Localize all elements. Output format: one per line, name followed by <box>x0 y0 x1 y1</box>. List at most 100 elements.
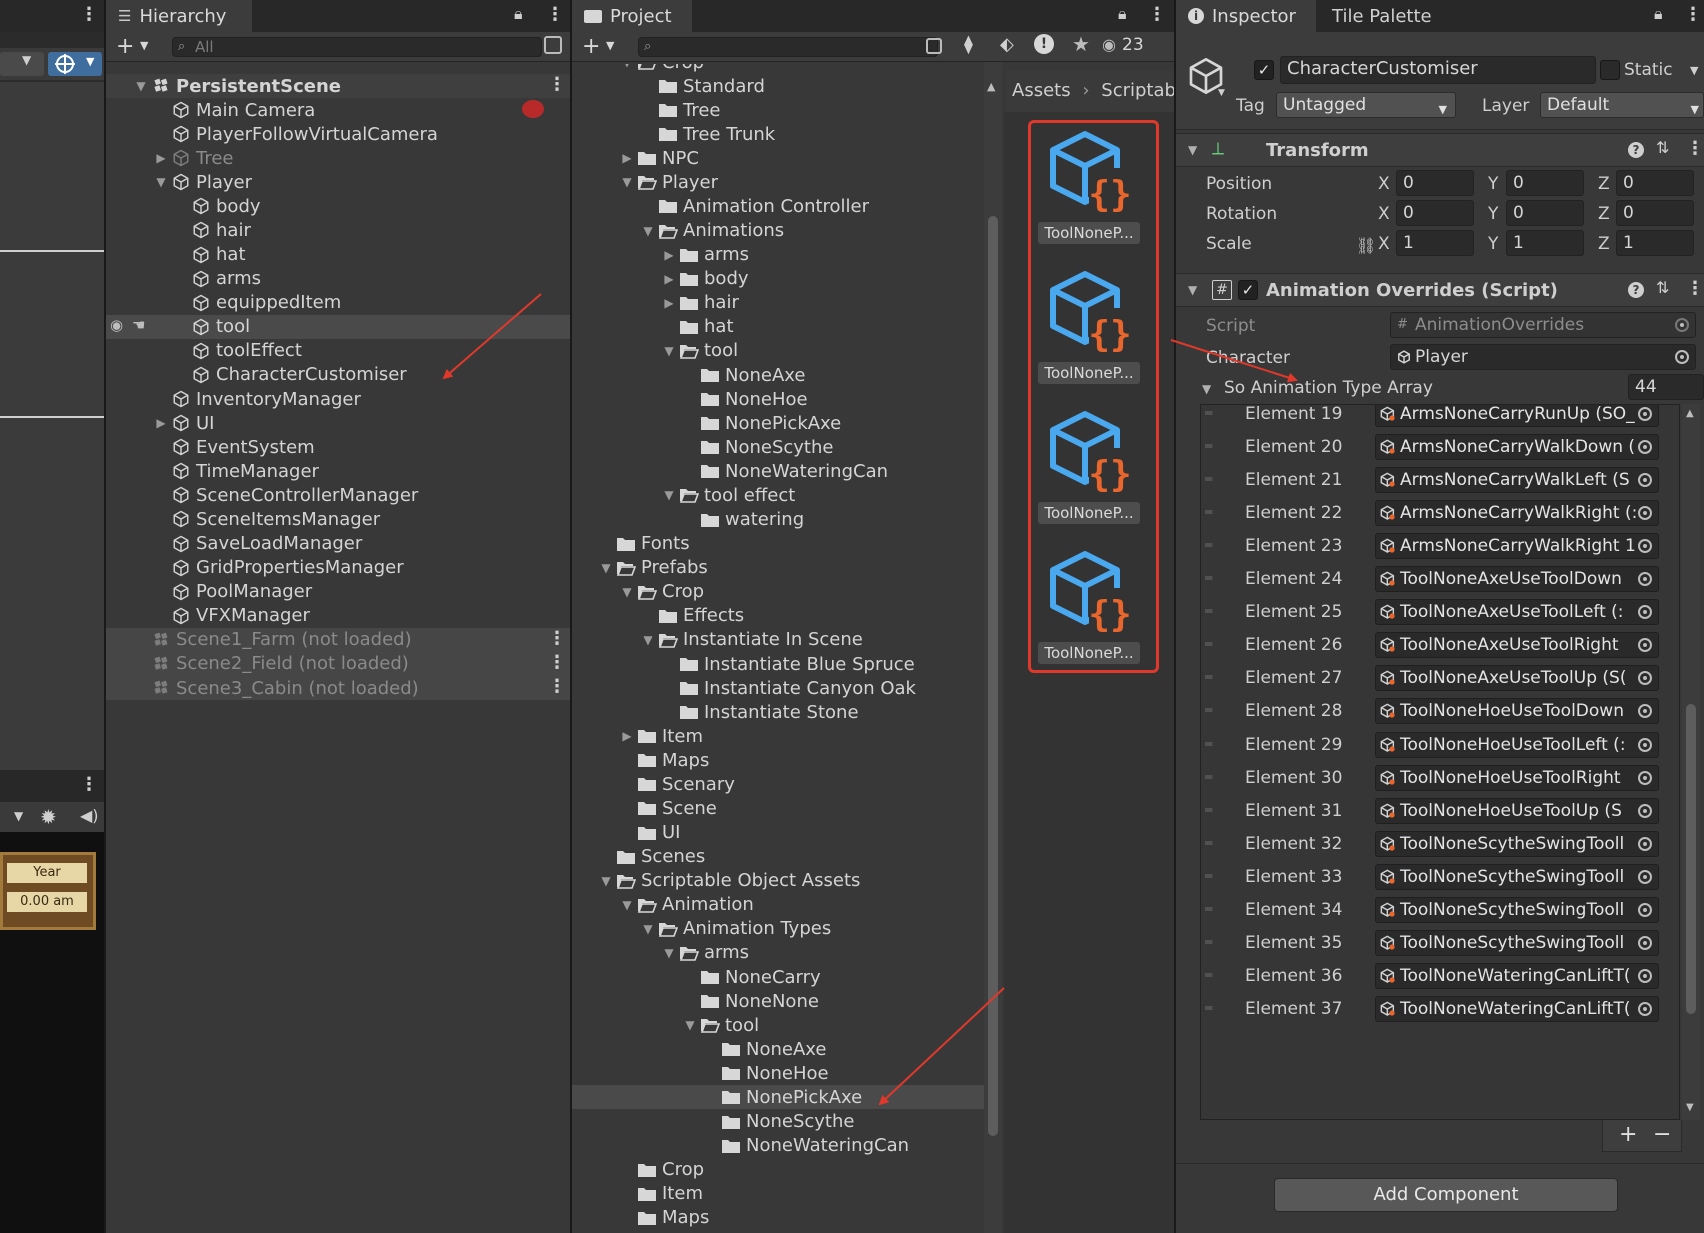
scene-menu-icon[interactable]: ⋮ <box>548 678 566 696</box>
breadcrumb-scriptable[interactable]: Scriptabl <box>1101 80 1174 101</box>
collapse-arrow-icon[interactable]: ▶ <box>152 151 170 165</box>
static-toggle[interactable] <box>1600 60 1620 80</box>
project-folder-item[interactable]: ▼ Scriptable Object Assets <box>572 869 984 893</box>
collapse-arrow-icon[interactable]: ▶ <box>152 416 170 430</box>
expand-arrow-icon[interactable]: ▼ <box>618 64 636 69</box>
element-object-field[interactable]: ToolNoneWateringCanLiftT( <box>1375 995 1659 1022</box>
hierarchy-item[interactable]: · VFXManager <box>106 604 570 628</box>
expand-arrow-icon[interactable]: ▼ <box>597 561 615 575</box>
hierarchy-item[interactable]: · EventSystem <box>106 435 570 459</box>
expand-arrow-icon[interactable]: ▼ <box>660 344 678 358</box>
axis-label[interactable]: Z <box>1598 174 1610 194</box>
filter-by-label-icon[interactable]: ⬖ <box>1000 34 1014 55</box>
object-picker-icon[interactable] <box>1638 836 1652 851</box>
hierarchy-item[interactable]: · PoolManager <box>106 580 570 604</box>
drag-handle-icon[interactable]: ═ <box>1205 439 1219 453</box>
drag-handle-icon[interactable]: ═ <box>1205 505 1219 519</box>
project-folder-item[interactable]: ▼ Prefabs <box>572 556 984 580</box>
expand-arrow-icon[interactable]: ▼ <box>639 224 657 238</box>
presets-icon[interactable]: ⇅ <box>1656 138 1669 157</box>
collapse-arrow-icon[interactable]: ▶ <box>660 296 678 310</box>
scene-visibility-icon[interactable] <box>544 36 562 54</box>
hierarchy-item[interactable]: · arms <box>106 267 570 291</box>
project-folder-item[interactable]: · Maps <box>572 748 984 772</box>
active-toggle[interactable]: ✓ <box>1254 60 1274 80</box>
object-picker-icon[interactable] <box>1638 539 1652 554</box>
project-folder-item[interactable]: ▼ Crop <box>572 580 984 604</box>
element-object-field[interactable]: ToolNoneHoeUseToolUp (S <box>1375 797 1659 824</box>
drag-handle-icon[interactable]: ═ <box>1205 406 1219 420</box>
tab-project[interactable]: Project <box>572 0 692 32</box>
drag-handle-icon[interactable]: ═ <box>1205 935 1219 949</box>
object-picker-icon[interactable] <box>1638 506 1652 521</box>
project-folder-item[interactable]: · NoneScythe <box>572 1110 984 1134</box>
hierarchy-search-input[interactable]: ⌕ All <box>172 37 542 57</box>
object-picker-icon[interactable] <box>1638 572 1652 587</box>
scriptable-asset-tile[interactable]: {} ToolNoneP... <box>1036 544 1142 670</box>
project-folder-item[interactable]: · UI <box>572 821 984 845</box>
expand-arrow-icon[interactable]: ▼ <box>639 633 657 647</box>
component-menu-icon[interactable]: ⋮ <box>1686 140 1704 158</box>
lock-icon[interactable]: 🔒︎ <box>514 4 523 24</box>
warning-icon[interactable]: ! <box>1034 34 1054 54</box>
element-object-field[interactable]: ArmsNoneCarryWalkLeft (S <box>1375 467 1659 494</box>
drag-handle-icon[interactable]: ═ <box>1205 472 1219 486</box>
drag-handle-icon[interactable]: ═ <box>1205 637 1219 651</box>
object-picker-icon[interactable] <box>1638 770 1652 785</box>
hierarchy-item[interactable]: ▶ Tree <box>106 146 570 170</box>
project-folder-item[interactable]: · Effects <box>572 604 984 628</box>
drag-handle-icon[interactable]: ═ <box>1205 803 1219 817</box>
project-folder-item[interactable]: · NoneAxe <box>572 1037 984 1061</box>
foldout-arrow-icon[interactable]: ▼ <box>1202 382 1211 396</box>
scene-menu-icon[interactable]: ⋮ <box>548 653 566 672</box>
scriptable-asset-tile[interactable]: {} ToolNoneP... <box>1036 124 1142 250</box>
tab-tile-palette[interactable]: Tile Palette <box>1320 0 1470 32</box>
transform-rotation-y-field[interactable]: 0 <box>1506 200 1584 226</box>
object-picker-icon[interactable] <box>1638 737 1652 752</box>
object-picker-icon[interactable] <box>1638 638 1652 653</box>
hierarchy-item[interactable]: · PlayerFollowVirtualCamera <box>106 122 570 146</box>
element-object-field[interactable]: ToolNoneAxeUseToolUp (S( <box>1375 665 1659 692</box>
scriptable-asset-tile[interactable]: {} ToolNoneP... <box>1036 404 1142 530</box>
hierarchy-item[interactable]: · tool <box>106 314 570 339</box>
hierarchy-item[interactable]: · GridPropertiesManager <box>106 556 570 580</box>
element-object-field[interactable]: ToolNoneWateringCanLiftT( <box>1375 962 1659 989</box>
project-folder-item[interactable]: ▼ Instantiate In Scene <box>572 628 984 652</box>
project-folder-item[interactable]: ▶ NPC <box>572 146 984 170</box>
element-object-field[interactable]: ToolNoneScytheSwingTooll <box>1375 896 1659 923</box>
lock-icon[interactable]: 🔒︎ <box>1654 4 1663 24</box>
object-picker-icon[interactable] <box>1638 1001 1652 1016</box>
transform-scale-x-field[interactable]: 1 <box>1396 230 1474 256</box>
speaker-icon[interactable]: ◀) <box>80 806 99 825</box>
drag-handle-icon[interactable]: ═ <box>1205 902 1219 916</box>
array-size-field[interactable]: 44 <box>1628 374 1704 400</box>
axis-label[interactable]: X <box>1378 204 1390 224</box>
favorite-star-icon[interactable]: ★ <box>1072 32 1090 56</box>
hierarchy-item[interactable]: · Scene2_Field (not loaded) ⋮ <box>106 651 570 676</box>
project-folder-item[interactable]: ▶ body <box>572 267 984 291</box>
hierarchy-item[interactable]: · Scene1_Farm (not loaded) ⋮ <box>106 627 570 652</box>
project-folder-item[interactable]: · Standard <box>572 74 984 98</box>
help-icon[interactable]: ? <box>1628 282 1644 298</box>
axis-label[interactable]: Y <box>1488 204 1498 224</box>
project-folder-item[interactable]: · NoneHoe <box>572 1061 984 1085</box>
project-folder-item[interactable]: · Tree <box>572 98 984 122</box>
drag-handle-icon[interactable]: ═ <box>1205 770 1219 784</box>
element-object-field[interactable]: ToolNoneHoeUseToolDown <box>1375 698 1659 725</box>
expand-arrow-icon[interactable]: ▼ <box>132 79 150 93</box>
project-folder-item[interactable]: · Item <box>572 1182 984 1206</box>
add-icon[interactable]: + <box>582 34 600 59</box>
hierarchy-item[interactable]: · SceneItemsManager <box>106 507 570 531</box>
chevron-down-icon[interactable]: ▼ <box>140 39 148 52</box>
project-menu-icon[interactable]: ⋮ <box>1148 6 1166 24</box>
transform-position-z-field[interactable]: 0 <box>1616 170 1694 196</box>
hierarchy-item[interactable]: · hair <box>106 218 570 242</box>
object-name-field[interactable]: CharacterCustomiser <box>1280 56 1596 84</box>
search-mode-icon[interactable] <box>926 38 942 54</box>
project-folder-item[interactable]: ▼ tool <box>572 1013 984 1037</box>
transform-rotation-z-field[interactable]: 0 <box>1616 200 1694 226</box>
project-folder-item[interactable]: · Maps <box>572 1206 984 1230</box>
remove-element-button[interactable]: − <box>1653 1122 1671 1147</box>
drag-handle-icon[interactable]: ═ <box>1205 538 1219 552</box>
element-object-field[interactable]: ToolNoneAxeUseToolDown <box>1375 566 1659 593</box>
